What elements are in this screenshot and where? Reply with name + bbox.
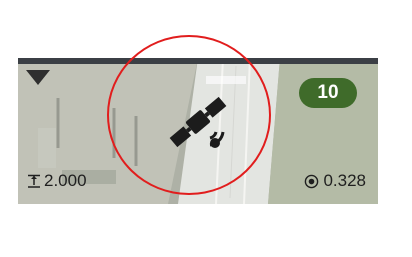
panel-top-edge (18, 58, 378, 64)
accuracy-value: 0.328 (323, 171, 366, 190)
antenna-height-icon (28, 174, 40, 188)
antenna-height-readout: 2.000 (26, 170, 87, 192)
satellite-icon (169, 96, 227, 148)
accuracy-readout: 0.328 (304, 170, 366, 192)
map-status-panel: 10 2.000 0.328 (18, 58, 378, 204)
satellite-count-value: 10 (317, 82, 339, 103)
target-icon (305, 174, 319, 188)
triangle-down-icon[interactable] (26, 70, 50, 85)
satellite-count-badge: 10 (299, 78, 357, 108)
antenna-height-value: 2.000 (44, 171, 87, 190)
signal-status-dot (210, 138, 220, 148)
